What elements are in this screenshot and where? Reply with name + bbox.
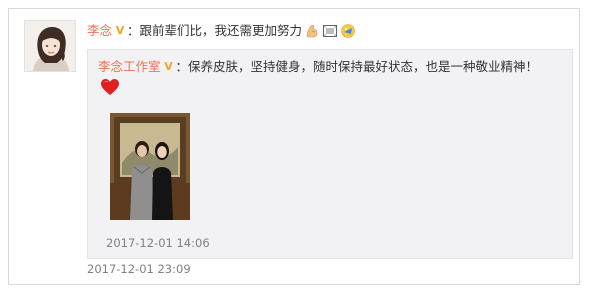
post-author-link[interactable]: 李念 <box>87 22 112 40</box>
avatar[interactable] <box>24 20 76 72</box>
weibo-post-card: 李念 V ：跟前辈们比，我还需更加努力 李念工作室 V ：保养皮肤，坚持健身，随… <box>8 8 580 285</box>
post-photo-thumbnail[interactable] <box>110 113 190 220</box>
quoted-post-content: 李念工作室 V ：保养皮肤，坚持健身，随时保持最好状态，也是一种敬业精神！ <box>98 58 538 76</box>
quoted-post-text: ：保养皮肤，坚持健身，随时保持最好状态，也是一种敬业精神！ <box>175 59 539 74</box>
vip-v-icon: V <box>164 60 173 73</box>
post-text: ：跟前辈们比，我还需更加努力 <box>127 23 303 38</box>
quoted-post: 李念工作室 V ：保养皮肤，坚持健身，随时保持最好状态，也是一种敬业精神！ 20… <box>87 49 573 259</box>
quoted-author-link[interactable]: 李念工作室 <box>98 58 161 76</box>
muscle-arm-icon <box>306 25 318 38</box>
post-timestamp[interactable]: 2017-12-01 23:09 <box>87 262 191 276</box>
avatar-portrait <box>25 21 75 71</box>
quoted-post-timestamp[interactable]: 2017-12-01 14:06 <box>106 236 210 250</box>
photo-image <box>110 113 190 220</box>
heart-icon <box>101 79 119 95</box>
moon-cheer-icon <box>341 24 355 38</box>
post-content: 李念 V ：跟前辈们比，我还需更加努力 <box>87 22 356 40</box>
film-frame-icon <box>323 25 337 37</box>
vip-v-icon: V <box>115 24 125 37</box>
